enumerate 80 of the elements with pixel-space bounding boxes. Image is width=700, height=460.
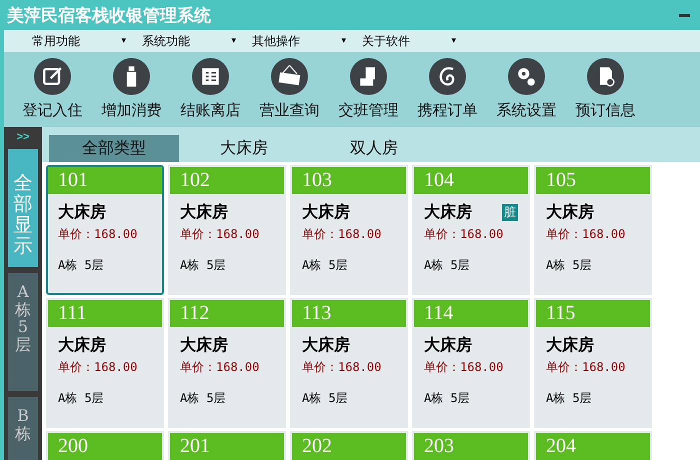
room-type: 大床房 (58, 202, 106, 223)
room-price: 单价：168.00 (180, 359, 260, 376)
room-number: 101 (58, 169, 88, 192)
room-number: 103 (302, 169, 332, 192)
expand-toggle[interactable]: >> (16, 131, 30, 143)
room-card[interactable]: 101 大床房 单价：168.00 A栋 5层 (46, 165, 164, 295)
edit-icon (34, 58, 71, 95)
dirty-badge: 脏 (502, 204, 518, 221)
tab[interactable]: 全部类型 (49, 135, 179, 162)
room-price: 单价：168.00 (424, 359, 504, 376)
room-number: 115 (546, 302, 576, 325)
room-price: 单价：168.00 (546, 359, 626, 376)
room-card[interactable]: 105 大床房 单价：168.00 A栋 5层 (534, 165, 652, 295)
sign-icon (271, 58, 308, 95)
room-card[interactable]: 112 大床房 单价：168.00 A栋 5层 (168, 298, 286, 428)
toolbar-button[interactable]: 交班管理 (329, 52, 408, 127)
toolbar-button[interactable]: 营业查询 (250, 52, 329, 127)
menu-item[interactable]: 其他操作 ▾ (244, 30, 354, 52)
room-type: 大床房 (58, 335, 106, 356)
room-price: 单价：168.00 (424, 226, 504, 243)
room-price: 单价：168.00 (180, 226, 260, 243)
room-number: 102 (180, 169, 210, 192)
room-price: 单价：168.00 (546, 226, 626, 243)
window-title: 美萍民宿客栈收银管理系统 (7, 4, 211, 26)
room-price: 单价：168.00 (302, 226, 382, 243)
room-number: 201 (180, 435, 210, 458)
room-price: 单价：168.00 (302, 359, 382, 376)
room-type: 大床房 (424, 335, 472, 356)
room-floor: A栋 5层 (302, 390, 349, 407)
room-price: 单价：168.00 (58, 359, 138, 376)
room-number: 113 (302, 302, 332, 325)
room-card[interactable]: 111 大床房 单价：168.00 A栋 5层 (46, 298, 164, 428)
menu-item[interactable]: 常用功能 ▾ (24, 30, 134, 52)
sidebar-item[interactable]: B栋 (8, 397, 38, 460)
tab[interactable]: 双人房 (309, 135, 439, 162)
room-type: 大床房 (302, 202, 350, 223)
room-card[interactable]: 103 大床房 单价：168.00 A栋 5层 (290, 165, 408, 295)
room-floor: A栋 5层 (424, 390, 471, 407)
sidebar-item[interactable]: A栋5层 (8, 273, 38, 391)
room-number: 114 (424, 302, 454, 325)
bottle-icon (113, 58, 150, 95)
room-floor: A栋 5层 (302, 257, 349, 274)
room-number: 105 (546, 169, 576, 192)
room-number: 200 (58, 435, 88, 458)
room-type: 大床房 (180, 202, 228, 223)
toolbar-button[interactable]: 结账离店 (171, 52, 250, 127)
room-card[interactable]: 104 大床房 脏 单价：168.00 A栋 5层 (412, 165, 530, 295)
room-card[interactable]: 102 大床房 单价：168.00 A栋 5层 (168, 165, 286, 295)
room-number: 204 (546, 435, 576, 458)
room-floor: A栋 5层 (180, 257, 227, 274)
room-number: 112 (180, 302, 210, 325)
room-floor: A栋 5层 (180, 390, 227, 407)
room-number: 104 (424, 169, 454, 192)
toolbar-button[interactable]: 预订信息 (566, 52, 645, 127)
room-type: 大床房 (424, 202, 472, 223)
room-card[interactable]: 114 大床房 单价：168.00 A栋 5层 (412, 298, 530, 428)
room-type: 大床房 (546, 335, 594, 356)
menu-item[interactable]: 系统功能 ▾ (134, 30, 244, 52)
toolbar-button[interactable]: 增加消费 (92, 52, 171, 127)
toolbar-button[interactable]: 登记入住 (13, 52, 92, 127)
room-floor: A栋 5层 (546, 390, 593, 407)
room-floor: A栋 5层 (58, 390, 105, 407)
room-number: 202 (302, 435, 332, 458)
tab[interactable]: 大床房 (179, 135, 309, 162)
room-type: 大床房 (180, 335, 228, 356)
room-type: 大床房 (302, 335, 350, 356)
receipt-icon (192, 58, 229, 95)
menu-item[interactable]: 关于软件 ▾ (354, 30, 464, 52)
room-card[interactable]: 115 大床房 单价：168.00 A栋 5层 (534, 298, 652, 428)
room-price: 单价：168.00 (58, 226, 138, 243)
room-floor: A栋 5层 (424, 257, 471, 274)
room-card[interactable]: 113 大床房 单价：168.00 A栋 5层 (290, 298, 408, 428)
toolbar-button[interactable]: 携程订单 (408, 52, 487, 127)
room-number: 111 (58, 302, 87, 325)
room-type: 大床房 (546, 202, 594, 223)
room-number: 203 (424, 435, 454, 458)
toolbar-button[interactable]: 系统设置 (487, 52, 566, 127)
minimize-icon[interactable] (679, 14, 690, 16)
room-floor: A栋 5层 (58, 257, 105, 274)
room-floor: A栋 5层 (546, 257, 593, 274)
